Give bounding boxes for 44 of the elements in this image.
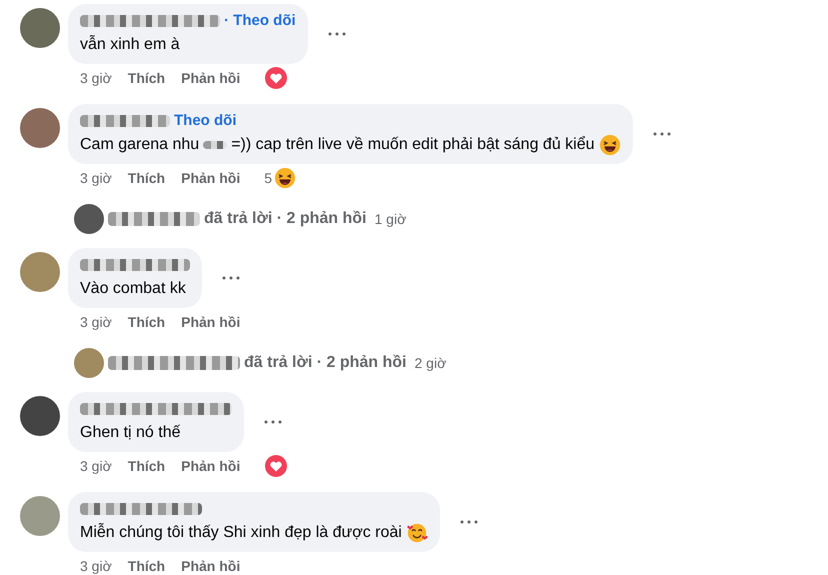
like-link[interactable]: Thích — [128, 68, 166, 88]
like-link[interactable]: Thích — [128, 456, 166, 476]
like-link[interactable]: Thích — [128, 556, 166, 575]
redacted-name — [203, 141, 228, 149]
reply-link[interactable]: Phản hồi — [181, 168, 240, 188]
avatar — [74, 204, 104, 234]
more-options-icon[interactable] — [264, 420, 282, 424]
laughing-emoji-icon — [598, 134, 621, 156]
avatar[interactable] — [20, 8, 60, 48]
like-link[interactable]: Thích — [128, 168, 166, 188]
more-options-icon[interactable] — [652, 132, 671, 136]
more-options-icon[interactable] — [222, 276, 240, 280]
comment-text: Cam garena nhu — [80, 135, 200, 155]
avatar[interactable] — [20, 108, 60, 148]
view-replies-link[interactable]: đã trả lời · 2 phản hồi — [244, 351, 406, 375]
comment-time[interactable]: 3 giờ — [80, 312, 112, 332]
comment-text: Vào combat kk — [80, 279, 186, 299]
more-options-icon[interactable] — [460, 520, 478, 524]
comment-text: Miễn chúng tôi thấy Shi xinh đẹp là được roài — [80, 522, 402, 543]
reaction-count[interactable]: 5 — [264, 168, 272, 188]
avatar[interactable] — [20, 396, 60, 436]
reply-link[interactable]: Phản hồi — [181, 68, 240, 88]
comment-time[interactable]: 3 giờ — [80, 556, 112, 575]
comment-text: vẫn xinh em à — [80, 34, 180, 55]
like-link[interactable]: Thích — [128, 312, 166, 332]
follow-link[interactable]: Theo dõi — [174, 110, 236, 132]
reply-time: 2 giờ — [414, 354, 446, 373]
comment-time[interactable]: 3 giờ — [80, 168, 112, 188]
more-options-icon[interactable] — [328, 32, 346, 36]
comment-time[interactable]: 3 giờ — [80, 68, 112, 88]
comment-text: Ghen tị nó thế — [80, 423, 181, 443]
avatar — [74, 348, 104, 378]
follow-link[interactable]: · Theo dõi — [224, 10, 296, 32]
reply-link[interactable]: Phản hồi — [181, 312, 240, 332]
heart-face-emoji-icon — [406, 522, 428, 544]
heart-reaction-icon — [264, 454, 288, 478]
comment-time[interactable]: 3 giờ — [80, 456, 112, 476]
view-replies-link[interactable]: đã trả lời · 2 phản hồi — [204, 207, 366, 231]
reply-time: 1 giờ — [374, 210, 406, 229]
comment-text: =)) cap trên live về muốn edit phải bật sáng đủ kiểu — [231, 135, 595, 155]
reply-link[interactable]: Phản hồi — [181, 556, 240, 575]
reply-link[interactable]: Phản hồi — [181, 456, 240, 476]
haha-reaction-icon — [274, 167, 296, 189]
heart-reaction-icon — [264, 66, 288, 90]
